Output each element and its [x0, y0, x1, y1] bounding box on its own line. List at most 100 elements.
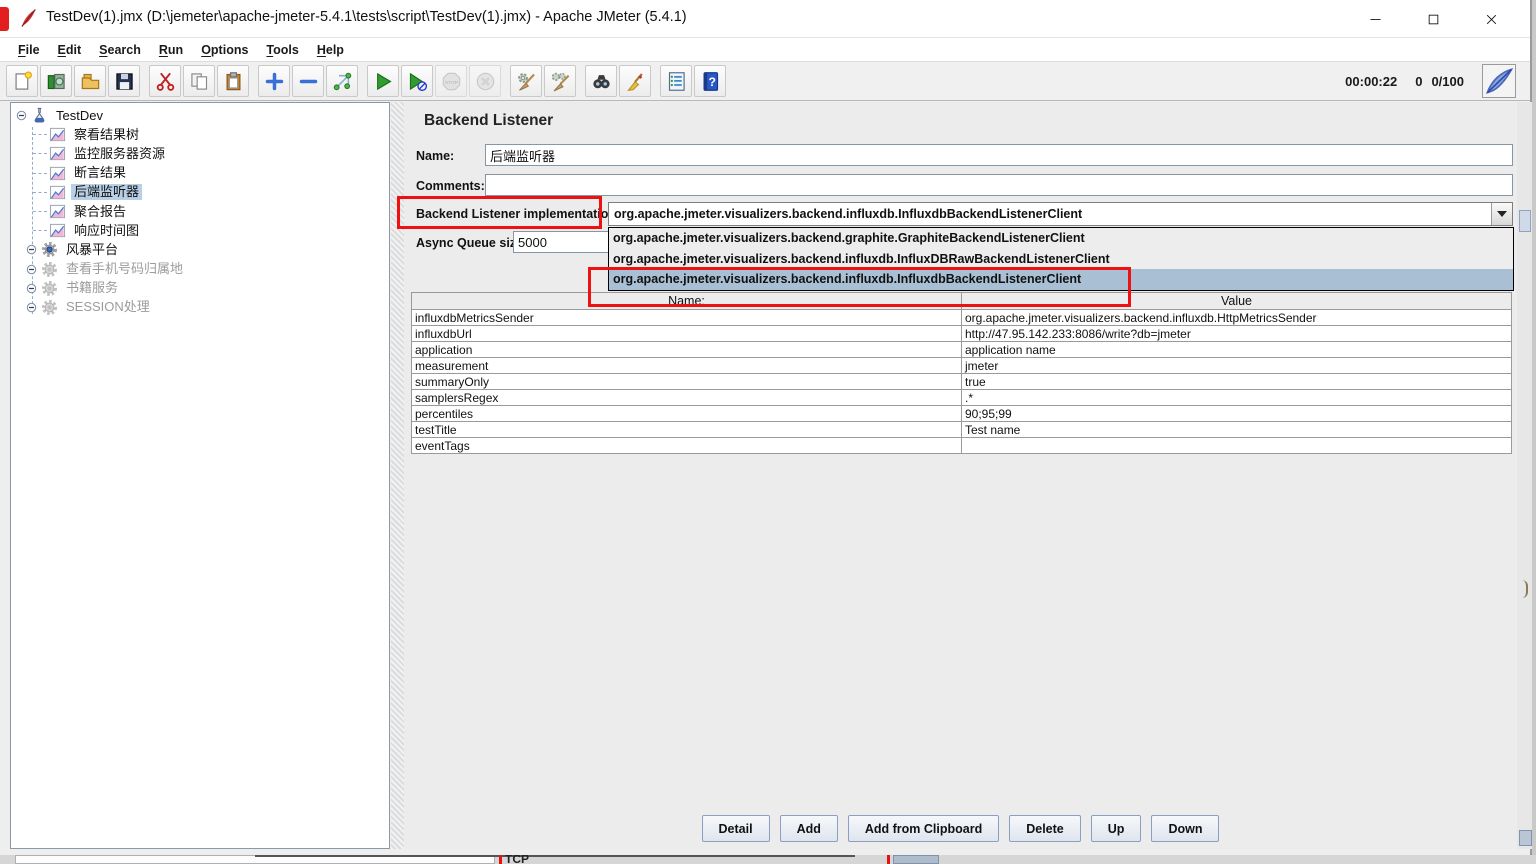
chevron-down-icon[interactable] — [1491, 203, 1512, 225]
open-icon[interactable] — [74, 65, 106, 97]
table-row[interactable]: summaryOnly true — [411, 373, 1512, 390]
delete-button[interactable]: Delete — [1009, 815, 1081, 842]
clear-all-icon[interactable] — [544, 65, 576, 97]
down-button[interactable]: Down — [1151, 815, 1220, 842]
table-row[interactable]: influxdbMetricsSender org.apache.jmeter.v… — [411, 309, 1512, 326]
table-cell[interactable]: summaryOnly — [411, 373, 962, 390]
close-button[interactable] — [1462, 0, 1520, 38]
svg-text:STOP: STOP — [444, 79, 458, 85]
tree-item-书籍服务[interactable]: 书籍服务 — [11, 279, 389, 298]
table-row[interactable]: measurement jmeter — [411, 357, 1512, 374]
tree-item-响应时间图[interactable]: 响应时间图 — [11, 221, 389, 240]
function-helper-icon[interactable] — [660, 65, 692, 97]
table-cell[interactable]: application — [411, 341, 962, 358]
table-cell[interactable] — [961, 437, 1512, 454]
async-queue-label: Async Queue size — [416, 236, 523, 250]
help-icon[interactable]: ? — [694, 65, 726, 97]
templates-icon[interactable] — [40, 65, 72, 97]
window-title: TestDev(1).jmx (D:\jemeter\apache-jmeter… — [46, 9, 687, 25]
dropdown-option[interactable]: org.apache.jmeter.visualizers.backend.gr… — [609, 228, 1513, 249]
table-row[interactable]: samplersRegex .* — [411, 389, 1512, 406]
table-row[interactable]: application application name — [411, 341, 1512, 358]
expand-icon[interactable] — [258, 65, 290, 97]
tree-collapse-handle-icon[interactable] — [26, 264, 37, 275]
async-queue-input[interactable] — [513, 231, 612, 253]
table-cell[interactable]: Test name — [961, 421, 1512, 438]
dropdown-option[interactable]: org.apache.jmeter.visualizers.backend.in… — [609, 269, 1513, 290]
tree-item-监控服务器资源[interactable]: 监控服务器资源 — [11, 144, 389, 163]
table-cell[interactable]: measurement — [411, 357, 962, 374]
name-input[interactable] — [485, 144, 1513, 166]
tree-item-label: 断言结果 — [74, 165, 127, 181]
tree-line — [33, 211, 47, 213]
start-icon[interactable] — [367, 65, 399, 97]
table-row[interactable]: influxdbUrl http://47.95.142.233:8086/wri… — [411, 325, 1512, 342]
tree-item-断言结果[interactable]: 断言结果 — [11, 164, 389, 183]
table-header: Name: — [411, 292, 962, 310]
search-icon[interactable] — [585, 65, 617, 97]
table-cell[interactable]: influxdbUrl — [411, 325, 962, 342]
table-cell[interactable]: 90;95;99 — [961, 405, 1512, 422]
dropdown-option[interactable]: org.apache.jmeter.visualizers.backend.in… — [609, 249, 1513, 270]
add-button[interactable]: Add — [779, 815, 838, 842]
table-cell[interactable]: jmeter — [961, 357, 1512, 374]
menu-file[interactable]: File — [10, 40, 48, 60]
table-cell[interactable]: org.apache.jmeter.visualizers.backend.in… — [961, 309, 1512, 326]
maximize-button[interactable] — [1404, 0, 1462, 38]
tree-item-label: TestDev — [56, 107, 103, 123]
menu-search[interactable]: Search — [91, 40, 149, 60]
menu-options[interactable]: Options — [193, 40, 256, 60]
toggle-icon[interactable] — [326, 65, 358, 97]
cut-icon[interactable] — [149, 65, 181, 97]
table-row[interactable]: percentiles 90;95;99 — [411, 405, 1512, 422]
up-button[interactable]: Up — [1090, 815, 1142, 842]
minimize-button[interactable] — [1346, 0, 1404, 38]
table-cell[interactable]: samplersRegex — [411, 389, 962, 406]
tree-collapse-handle-icon[interactable] — [26, 244, 37, 255]
jmeter-logo-icon[interactable] — [1482, 64, 1516, 98]
menu-help[interactable]: Help — [309, 40, 352, 60]
menu-run[interactable]: Run — [151, 40, 191, 60]
table-cell[interactable]: testTitle — [411, 421, 962, 438]
tree-item-查看手机号码归属地[interactable]: 查看手机号码归属地 — [11, 260, 389, 279]
implementation-combobox[interactable]: org.apache.jmeter.visualizers.backend.in… — [608, 202, 1513, 226]
search-reset-icon[interactable] — [619, 65, 651, 97]
vertical-splitter[interactable] — [391, 102, 404, 849]
background-fragment — [1519, 210, 1531, 232]
collapse-icon[interactable] — [292, 65, 324, 97]
menu-edit[interactable]: Edit — [50, 40, 90, 60]
table-cell[interactable]: eventTags — [411, 437, 962, 454]
tree-collapse-handle-icon[interactable] — [26, 283, 37, 294]
table-row[interactable]: testTitle Test name — [411, 421, 1512, 438]
tree-collapse-handle-icon[interactable] — [26, 302, 37, 313]
title-bar: TestDev(1).jmx (D:\jemeter\apache-jmeter… — [0, 0, 1530, 38]
tree-item-TestDev[interactable]: TestDev — [11, 106, 389, 125]
background-red-fragment — [0, 7, 9, 31]
gear-disabled-icon — [41, 261, 58, 278]
save-icon[interactable] — [108, 65, 140, 97]
table-cell[interactable]: influxdbMetricsSender — [411, 309, 962, 326]
table-cell[interactable]: .* — [961, 389, 1512, 406]
start-no-timers-icon[interactable] — [401, 65, 433, 97]
comments-input[interactable] — [485, 174, 1513, 196]
detail-button[interactable]: Detail — [701, 815, 770, 842]
clear-icon[interactable] — [510, 65, 542, 97]
add-from-clipboard-button[interactable]: Add from Clipboard — [847, 815, 1000, 842]
tree-item-后端监听器[interactable]: 后端监听器 — [11, 183, 389, 202]
copy-icon[interactable] — [183, 65, 215, 97]
tree-item-SESSION处理[interactable]: SESSION处理 — [11, 298, 389, 317]
svg-text:?: ? — [708, 75, 715, 89]
table-row[interactable]: eventTags — [411, 437, 1512, 454]
tree-item-聚合报告[interactable]: 聚合报告 — [11, 202, 389, 221]
table-cell[interactable]: application name — [961, 341, 1512, 358]
tree-collapse-handle-icon[interactable] — [16, 110, 27, 121]
page-title: Backend Listener — [424, 112, 554, 129]
menu-tools[interactable]: Tools — [258, 40, 306, 60]
table-cell[interactable]: http://47.95.142.233:8086/write?db=jmete… — [961, 325, 1512, 342]
tree-item-风暴平台[interactable]: 风暴平台 — [11, 240, 389, 259]
new-icon[interactable] — [6, 65, 38, 97]
paste-icon[interactable] — [217, 65, 249, 97]
tree-item-察看结果树[interactable]: 察看结果树 — [11, 125, 389, 144]
table-cell[interactable]: true — [961, 373, 1512, 390]
table-cell[interactable]: percentiles — [411, 405, 962, 422]
